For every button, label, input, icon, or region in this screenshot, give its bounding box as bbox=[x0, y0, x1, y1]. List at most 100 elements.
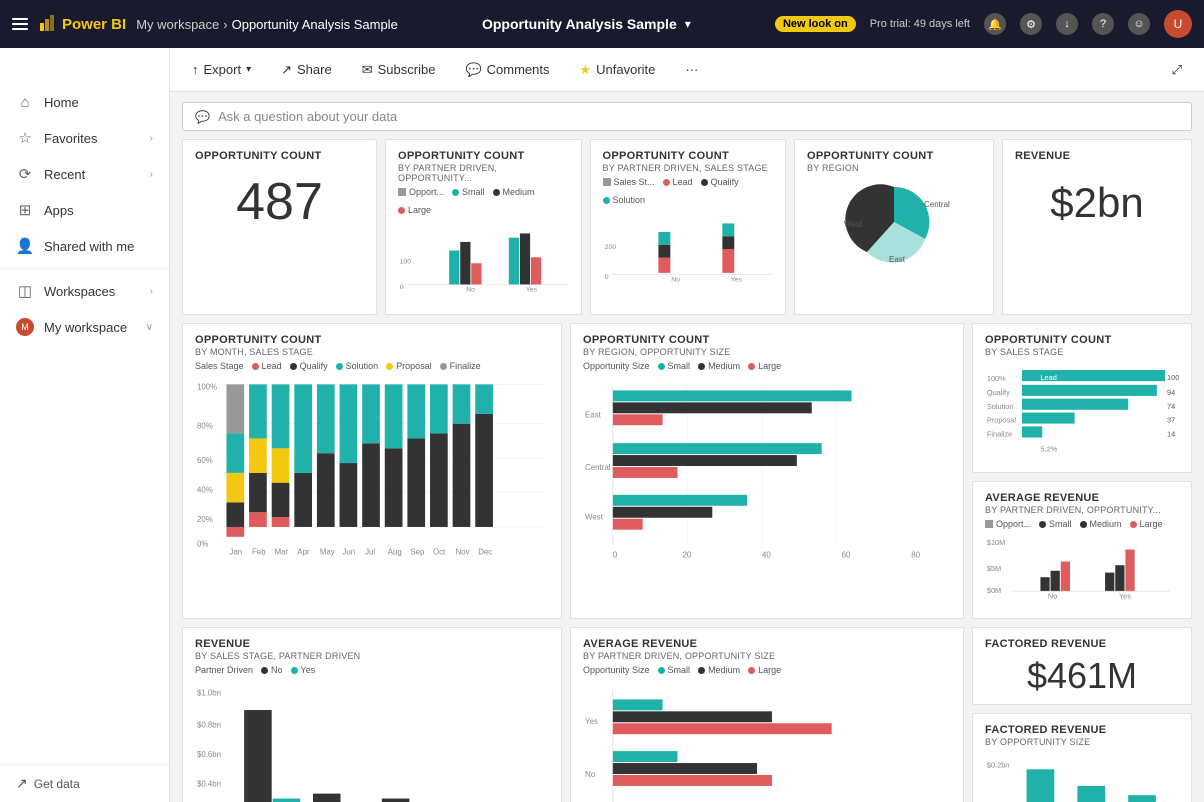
svg-text:0%: 0% bbox=[197, 540, 208, 549]
svg-text:May: May bbox=[320, 547, 335, 556]
svg-text:Feb: Feb bbox=[252, 547, 266, 556]
svg-text:$0.4bn: $0.4bn bbox=[197, 780, 221, 789]
right-column-2: Opportunity Count BY SALES STAGE 100% Le… bbox=[972, 323, 1192, 619]
svg-text:40%: 40% bbox=[197, 486, 213, 495]
comments-button[interactable]: 💬 Comments bbox=[459, 58, 555, 82]
pie-chart: Central West East bbox=[807, 177, 981, 267]
user-avatar[interactable]: U bbox=[1164, 10, 1192, 38]
svg-text:West: West bbox=[585, 513, 604, 522]
svg-text:No: No bbox=[466, 286, 475, 293]
svg-text:37: 37 bbox=[1167, 416, 1175, 425]
svg-text:Yes: Yes bbox=[585, 717, 598, 726]
svg-text:Sep: Sep bbox=[410, 547, 425, 556]
recent-icon: ⟳ bbox=[16, 165, 34, 183]
nav-center: Opportunity Analysis Sample ▾ bbox=[408, 16, 765, 32]
chevron-down-icon[interactable]: ▾ bbox=[685, 17, 691, 31]
svg-text:20: 20 bbox=[682, 551, 691, 560]
sidebar-item-workspaces[interactable]: ◫ Workspaces › bbox=[0, 273, 169, 309]
more-button[interactable]: ··· bbox=[679, 58, 704, 81]
svg-text:Dec: Dec bbox=[478, 547, 492, 556]
svg-text:Solution: Solution bbox=[987, 402, 1014, 411]
get-data-button[interactable]: ↗ Get data bbox=[0, 764, 169, 802]
ask-question-bar[interactable]: 💬 Ask a question about your data bbox=[182, 102, 1192, 131]
myworkspace-icon: M bbox=[16, 318, 34, 336]
revenue-card: Revenue $2bn bbox=[1002, 139, 1192, 315]
svg-text:Oct: Oct bbox=[433, 547, 446, 556]
notifications-icon[interactable]: 🔔 bbox=[984, 13, 1006, 35]
svg-text:Yes: Yes bbox=[526, 286, 538, 293]
legend: Opportunity Size Small Medium Large bbox=[583, 665, 951, 675]
factored-revenue-value: $461M bbox=[985, 658, 1179, 694]
svg-text:100: 100 bbox=[400, 258, 412, 265]
legend: Opportunity Size Small Medium Large bbox=[583, 361, 951, 371]
sidebar-item-shared[interactable]: 👤 Shared with me bbox=[0, 228, 169, 264]
svg-text:80: 80 bbox=[911, 551, 920, 560]
sidebar-item-recent[interactable]: ⟳ Recent › bbox=[0, 156, 169, 192]
sidebar-item-apps[interactable]: ⊞ Apps bbox=[0, 192, 169, 228]
stacked-bar-chart: 100% 80% 60% 40% 20% 0% bbox=[195, 373, 549, 563]
trial-badge: Pro trial: 49 days left bbox=[870, 18, 970, 30]
home-icon: ⌂ bbox=[16, 93, 34, 111]
svg-text:14: 14 bbox=[1167, 430, 1175, 439]
help-icon[interactable]: ? bbox=[1092, 13, 1114, 35]
svg-text:0: 0 bbox=[400, 284, 404, 291]
settings-icon[interactable]: ⚙ bbox=[1020, 13, 1042, 35]
svg-text:60%: 60% bbox=[197, 456, 213, 465]
export-icon: ↑ bbox=[192, 62, 199, 77]
svg-text:40: 40 bbox=[762, 551, 771, 560]
sidebar-item-myworkspace[interactable]: M My workspace ∨ bbox=[0, 309, 169, 345]
legend: Sales Stage Lead Qualify Solution Propos… bbox=[195, 361, 549, 371]
shared-icon: 👤 bbox=[16, 237, 34, 255]
avg-revenue-card: Average Revenue BY PARTNER DRIVEN, OPPOR… bbox=[972, 481, 1192, 619]
nav-right: New look on Pro trial: 49 days left 🔔 ⚙ … bbox=[775, 10, 1192, 38]
svg-text:$0.8bn: $0.8bn bbox=[197, 721, 221, 730]
svg-text:0: 0 bbox=[613, 551, 618, 560]
subscribe-button[interactable]: ✉ Subscribe bbox=[356, 58, 442, 82]
chevron-icon: ∨ bbox=[146, 322, 153, 333]
svg-text:Yes: Yes bbox=[1119, 591, 1131, 600]
expand-button[interactable]: ⤢ bbox=[1166, 58, 1188, 82]
avg-revenue-partner-card: Average Revenue BY PARTNER DRIVEN, OPPOR… bbox=[570, 627, 964, 802]
app-logo[interactable]: Power BI bbox=[38, 15, 126, 33]
revenue-by-sales-card: Revenue BY SALES STAGE, PARTNER DRIVEN P… bbox=[182, 627, 562, 802]
sidebar-hamburger[interactable] bbox=[0, 56, 32, 84]
share-button[interactable]: ↗ Share bbox=[275, 58, 338, 82]
svg-text:Lead: Lead bbox=[1040, 373, 1056, 382]
svg-text:0: 0 bbox=[604, 274, 608, 281]
sidebar-item-home[interactable]: ⌂ Home bbox=[0, 84, 169, 120]
svg-text:Central: Central bbox=[585, 463, 611, 472]
opp-count-partner-card: Opportunity Count BY PARTNER DRIVEN, OPP… bbox=[385, 139, 582, 315]
new-look-toggle[interactable]: New look on bbox=[775, 16, 856, 32]
svg-text:Finalize: Finalize bbox=[987, 430, 1012, 439]
svg-text:74: 74 bbox=[1167, 402, 1175, 411]
opp-count-value: 487 bbox=[195, 176, 364, 228]
row-1: Opportunity Count 487 Opportunity Count … bbox=[182, 139, 1192, 315]
svg-text:No: No bbox=[671, 276, 680, 283]
svg-text:East: East bbox=[585, 410, 602, 419]
hamburger-menu[interactable] bbox=[12, 18, 28, 30]
download-icon[interactable]: ↓ bbox=[1056, 13, 1078, 35]
svg-text:60: 60 bbox=[842, 551, 851, 560]
bar-chart: 0 200 No Yes bbox=[603, 209, 774, 294]
svg-text:No: No bbox=[1048, 591, 1057, 600]
dropdown-icon: ▾ bbox=[246, 64, 251, 75]
workspaces-icon: ◫ bbox=[16, 282, 34, 300]
svg-text:Aug: Aug bbox=[388, 547, 402, 556]
export-button[interactable]: ↑ Export ▾ bbox=[186, 58, 257, 81]
row-3: Revenue BY SALES STAGE, PARTNER DRIVEN P… bbox=[182, 627, 1192, 802]
unfavorite-button[interactable]: ★ Unfavorite bbox=[573, 58, 661, 82]
favorites-icon: ☆ bbox=[16, 129, 34, 147]
sidebar: ⌂ Home ☆ Favorites › ⟳ Recent › ⊞ Apps 👤… bbox=[0, 48, 170, 802]
svg-text:$5M: $5M bbox=[987, 564, 1001, 573]
svg-text:Jul: Jul bbox=[365, 547, 375, 556]
right-column-3: Factored Revenue $461M Factored Revenue … bbox=[972, 627, 1192, 802]
ask-icon: 💬 bbox=[195, 110, 210, 124]
chevron-icon: › bbox=[150, 286, 153, 297]
svg-text:East: East bbox=[889, 255, 906, 264]
svg-text:20%: 20% bbox=[197, 515, 213, 524]
sidebar-item-favorites[interactable]: ☆ Favorites › bbox=[0, 120, 169, 156]
chevron-icon: › bbox=[150, 133, 153, 144]
subscribe-icon: ✉ bbox=[362, 62, 373, 78]
svg-text:Proposal: Proposal bbox=[987, 416, 1016, 425]
smiley-icon[interactable]: ☺ bbox=[1128, 13, 1150, 35]
